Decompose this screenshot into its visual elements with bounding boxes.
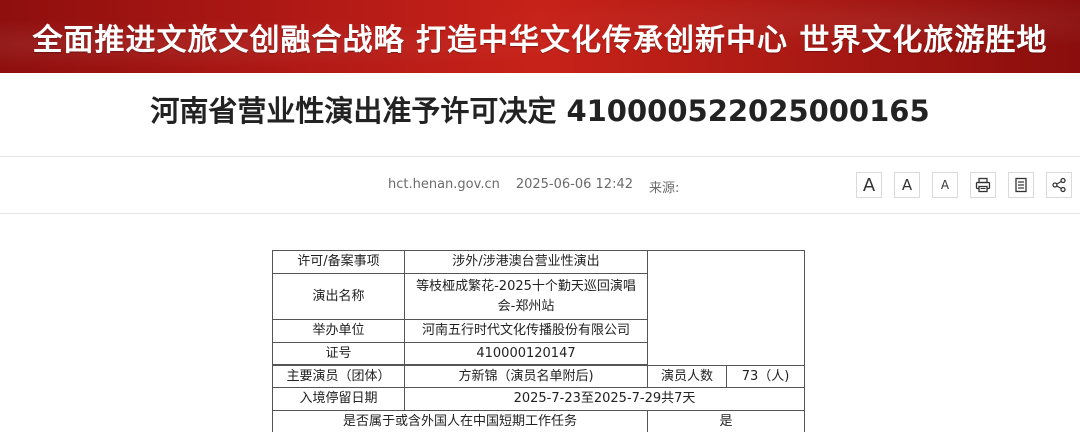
table-label: 演出名称	[272, 273, 405, 320]
document-icon	[1015, 177, 1027, 193]
font-large-button[interactable]: A	[856, 172, 882, 198]
table-label: 证号	[272, 342, 405, 365]
table-value: 是	[647, 410, 805, 432]
table-value: 410000120147	[404, 342, 648, 365]
site-domain: hct.henan.gov.cn	[388, 177, 500, 192]
table-label: 举办单位	[272, 319, 405, 343]
share-icon	[1052, 177, 1066, 193]
table-value: 73（人)	[726, 365, 805, 388]
divider	[0, 213, 1080, 214]
article-toolbar: A A A	[856, 172, 1072, 198]
font-small-button[interactable]: A	[932, 172, 958, 198]
table-value: 河南五行时代文化传播股份有限公司	[404, 319, 648, 343]
table-value: 等枝桠成繁花-2025十个勤天巡回演唱会-郑州站	[404, 273, 648, 320]
font-medium-button[interactable]: A	[894, 172, 920, 198]
table-row: 主要演员（团体） 方新锦（演员名单附后) 演员人数 73（人)	[272, 365, 805, 388]
article-meta: hct.henan.gov.cn 2025-06-06 12:42 来源:	[388, 177, 679, 196]
divider	[0, 156, 1080, 157]
page-title: 河南省营业性演出准予许可决定 410000522025000165	[150, 94, 930, 128]
table-value: 2025-7-23至2025-7-29共7天	[404, 387, 805, 411]
permit-table: 许可/备案事项 涉外/涉港澳台营业性演出 演出名称 等枝桠成繁花-2025十个勤…	[272, 250, 805, 432]
table-row: 许可/备案事项 涉外/涉港澳台营业性演出	[272, 250, 805, 366]
table-label: 许可/备案事项	[272, 250, 405, 274]
print-button[interactable]	[970, 172, 996, 198]
table-empty-cell	[647, 250, 805, 366]
publish-datetime: 2025-06-06 12:42	[515, 177, 633, 192]
table-row: 是否属于或含外国人在中国短期工作任务 是	[272, 410, 805, 432]
table-value: 方新锦（演员名单附后)	[404, 365, 648, 388]
header-banner: 全面推进文旅文创融合战略 打造中华文化传承创新中心 世界文化旅游胜地	[0, 0, 1080, 73]
banner-slogan: 全面推进文旅文创融合战略 打造中华文化传承创新中心 世界文化旅游胜地	[32, 22, 1048, 58]
table-label: 入境停留日期	[272, 387, 405, 411]
source-label: 来源:	[649, 181, 680, 196]
share-button[interactable]	[1046, 172, 1072, 198]
document-button[interactable]	[1008, 172, 1034, 198]
table-label: 是否属于或含外国人在中国短期工作任务	[272, 410, 648, 432]
table-row: 入境停留日期 2025-7-23至2025-7-29共7天	[272, 387, 805, 411]
table-value: 涉外/涉港澳台营业性演出	[404, 250, 648, 274]
print-icon	[975, 177, 991, 193]
table-label: 主要演员（团体）	[272, 365, 405, 388]
table-label: 演员人数	[647, 365, 727, 388]
